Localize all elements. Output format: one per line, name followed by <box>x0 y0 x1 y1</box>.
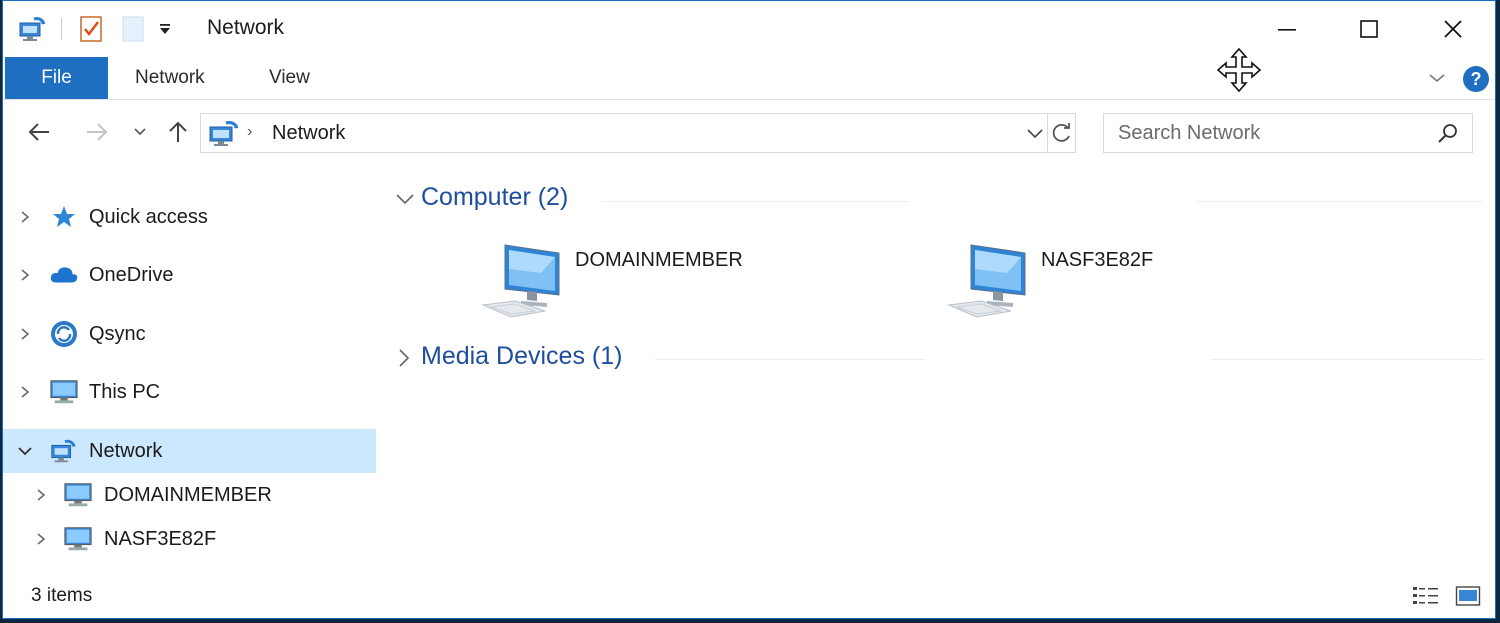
new-folder-icon[interactable] <box>118 14 148 44</box>
chevron-right-icon[interactable] <box>33 531 49 547</box>
properties-icon[interactable] <box>76 14 106 44</box>
search-input[interactable] <box>1118 120 1418 146</box>
monitor-icon <box>63 524 93 554</box>
group-divider <box>1197 201 1483 202</box>
back-arrow-icon[interactable] <box>25 117 55 147</box>
forward-arrow-icon[interactable] <box>81 117 111 147</box>
tab-view[interactable]: View <box>243 57 336 99</box>
refresh-icon <box>1052 123 1070 142</box>
up-arrow-icon[interactable] <box>163 117 193 147</box>
search-box[interactable] <box>1103 113 1473 153</box>
computer-name: NASF3E82F <box>1041 249 1154 271</box>
chevron-right-icon[interactable] <box>395 348 411 373</box>
sidebar-item-domainmember[interactable]: DOMAINMEMBER <box>3 473 376 517</box>
details-view-button[interactable] <box>1411 583 1441 609</box>
group-divider <box>1211 359 1483 360</box>
sidebar-item-label: Quick access <box>89 205 208 228</box>
chevron-down-icon[interactable] <box>395 191 415 212</box>
navigation-pane: Quick access OneDrive Qsync This PC Netw… <box>3 163 379 563</box>
sidebar-item-this-pc[interactable]: This PC <box>3 370 376 414</box>
sidebar-item-nasf3e82f[interactable]: NASF3E82F <box>3 517 376 561</box>
details-view-icon <box>1413 587 1438 604</box>
sidebar-item-label: DOMAINMEMBER <box>104 483 272 506</box>
breadcrumb-separator-icon[interactable]: › <box>247 123 252 141</box>
monitor-icon <box>63 480 93 510</box>
star-icon <box>49 202 79 232</box>
recent-locations-chevron-icon[interactable] <box>125 117 155 147</box>
status-bar: 3 items <box>3 575 1495 619</box>
search-icon[interactable] <box>1436 122 1460 151</box>
cloud-icon <box>49 260 79 290</box>
customize-toolbar-icon[interactable] <box>154 14 176 44</box>
sidebar-item-label: Network <box>89 439 163 462</box>
network-icon <box>207 118 241 153</box>
quick-access-toolbar <box>17 13 176 45</box>
sync-icon <box>49 319 79 349</box>
computer-name: DOMAINMEMBER <box>575 249 743 271</box>
group-divider <box>599 201 909 202</box>
sidebar-item-onedrive[interactable]: OneDrive <box>3 253 376 297</box>
close-button[interactable] <box>1427 11 1479 47</box>
refresh-button[interactable] <box>1047 114 1076 152</box>
help-icon[interactable]: ? <box>1463 66 1489 92</box>
network-icon[interactable] <box>17 14 47 44</box>
sidebar-item-label: This PC <box>89 380 161 403</box>
monitor-icon <box>49 377 79 407</box>
chevron-right-icon[interactable] <box>17 267 33 283</box>
sidebar-item-label: OneDrive <box>89 263 174 286</box>
title-bar: Network <box>3 1 1495 57</box>
network-icon <box>49 436 79 466</box>
breadcrumb-network[interactable]: Network <box>272 122 345 145</box>
chevron-right-icon[interactable] <box>17 209 33 225</box>
tab-network[interactable]: Network <box>109 57 231 99</box>
window-title: Network <box>207 16 285 39</box>
chevron-down-icon[interactable] <box>1427 69 1447 92</box>
address-bar[interactable]: › Network <box>200 113 1076 153</box>
navigation-bar: › Network <box>3 101 1495 163</box>
sidebar-item-network[interactable]: Network <box>3 429 376 473</box>
address-dropdown-chevron-icon[interactable] <box>1025 122 1045 149</box>
computer-item-domainmember[interactable]: DOMAINMEMBER <box>481 241 811 331</box>
chevron-right-icon[interactable] <box>17 384 33 400</box>
move-cursor-icon <box>1216 47 1262 98</box>
chevron-down-icon[interactable] <box>17 443 33 459</box>
computer-icon <box>947 241 1031 326</box>
group-header-label: Media Devices (1) <box>421 342 623 370</box>
minimize-button[interactable] <box>1261 11 1313 47</box>
toolbar-separator <box>61 18 62 40</box>
computer-item-nasf3e82f[interactable]: NASF3E82F <box>947 241 1277 331</box>
computer-icon <box>481 241 565 326</box>
large-icons-view-button[interactable] <box>1453 583 1483 609</box>
sidebar-item-label: Qsync <box>89 322 146 345</box>
chevron-right-icon[interactable] <box>33 487 49 503</box>
group-header-label: Computer (2) <box>421 183 569 211</box>
large-icons-view-icon <box>1455 586 1481 606</box>
chevron-right-icon[interactable] <box>17 326 33 342</box>
maximize-button[interactable] <box>1343 11 1395 47</box>
sidebar-item-label: NASF3E82F <box>104 527 217 550</box>
sidebar-item-qsync[interactable]: Qsync <box>3 312 376 356</box>
sidebar-item-quick-access[interactable]: Quick access <box>3 195 376 239</box>
item-count: 3 items <box>31 585 93 606</box>
tab-file[interactable]: File <box>5 57 108 99</box>
group-divider <box>655 359 925 360</box>
ribbon-tabs: File Network View ? <box>3 47 1495 100</box>
explorer-window: Network File Network View ? › Network Se… <box>2 0 1496 619</box>
